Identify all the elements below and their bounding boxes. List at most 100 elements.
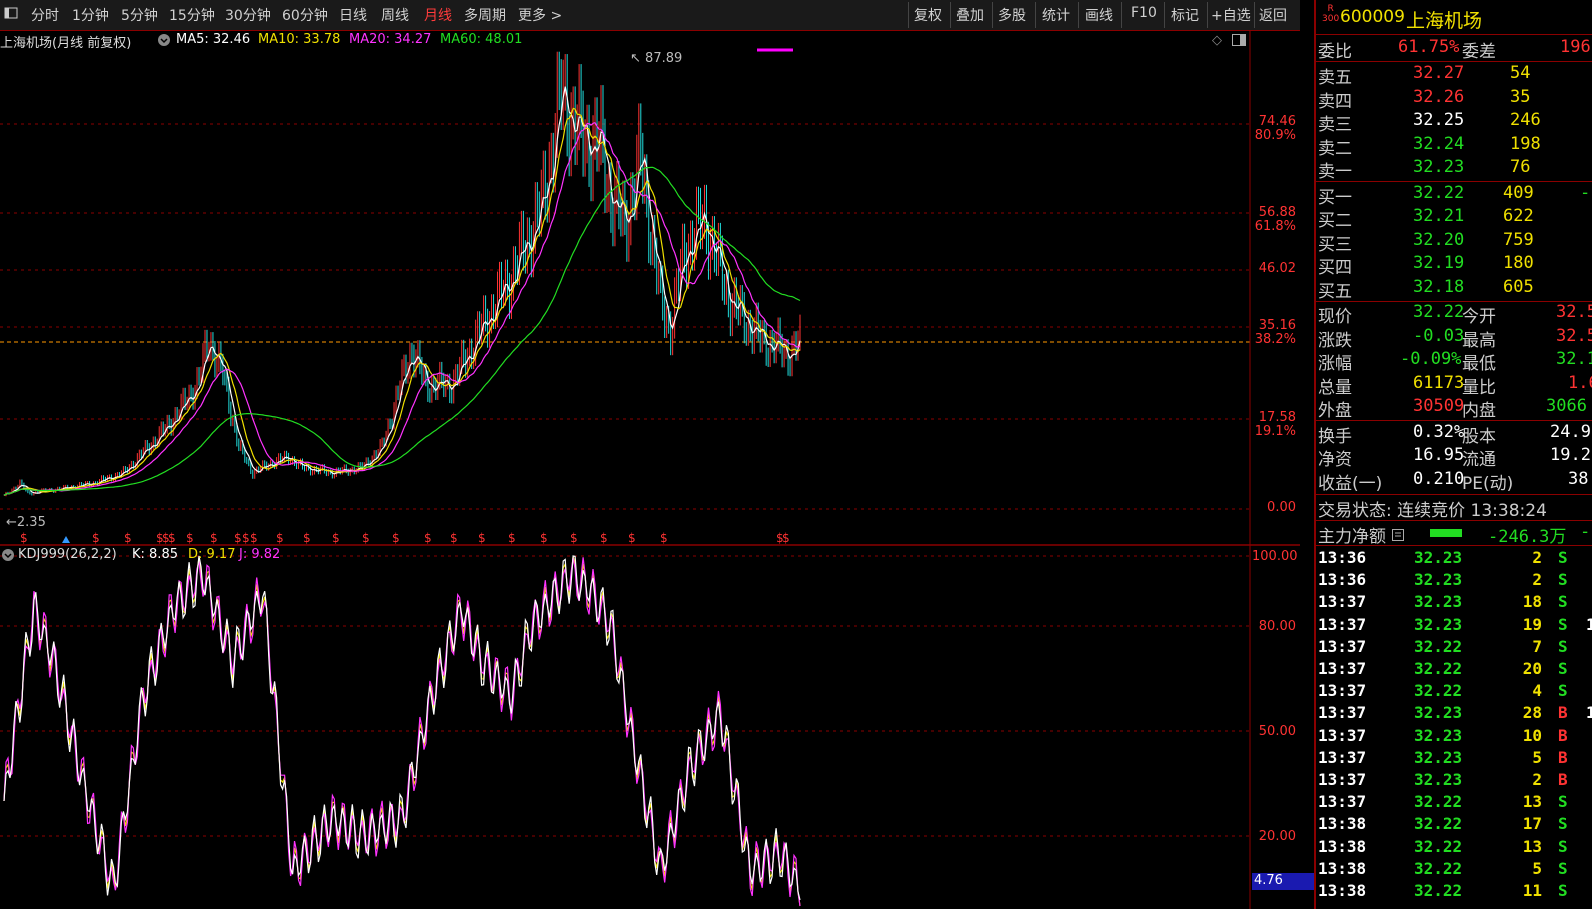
tick-row: 13:38 32.22 17 S xyxy=(1318,814,1592,836)
period-tab-monthly[interactable]: 月线 xyxy=(424,5,452,25)
price-axis-price: 17.58 xyxy=(1258,410,1296,425)
tick-list[interactable]: 13:36 32.23 2 S 13:36 32.23 2 S 13:37 32.23 18 S 13:… xyxy=(1316,548,1592,909)
chart-area[interactable]: $ $ $ $ $ $ $ $ $ $ $ $ $ $ $ $ $ $ $ $ $ $ $ $ $ $ $ 上海机场(月线 前复权)… xyxy=(0,31,1314,909)
dividend-marker[interactable]: $ xyxy=(303,531,311,545)
more-periods-button[interactable]: 更多 > xyxy=(518,5,562,25)
fund-value: 0.32% xyxy=(1413,422,1465,442)
dividend-marker[interactable]: $ xyxy=(362,531,370,545)
panel-toggle-icon[interactable] xyxy=(1232,34,1246,50)
main-flow-bar xyxy=(1430,529,1462,537)
stat-label: 内盘 xyxy=(1462,401,1496,421)
fund-label: PE(动) xyxy=(1462,474,1514,494)
layout-toggle-icon[interactable] xyxy=(4,6,18,24)
dividend-marker[interactable]: $ xyxy=(276,531,284,545)
statistics-button[interactable]: 统计 xyxy=(1042,5,1070,25)
tick-time: 13:37 xyxy=(1318,636,1367,656)
dividend-marker[interactable]: $ xyxy=(508,531,516,545)
dividend-marker[interactable]: $ xyxy=(450,531,458,545)
dividend-marker[interactable]: $ xyxy=(332,531,340,545)
dividend-marker[interactable]: $ xyxy=(392,531,400,545)
high-price-label: ↖ 87.89 xyxy=(630,51,682,66)
ma60-line xyxy=(3,166,801,496)
period-tab-15min[interactable]: 15分钟 xyxy=(169,5,215,25)
tick-volume: 19 xyxy=(1522,614,1542,634)
tick-side: S xyxy=(1558,814,1568,834)
dividend-marker[interactable]: $ xyxy=(210,531,218,545)
quote-panel: R 300 600009 上海机场 委比 61.75% 委差 196 卖五 32.2… xyxy=(1314,0,1592,909)
dividend-marker[interactable]: $ xyxy=(186,531,194,545)
chart-title: 上海机场(月线 前复权) xyxy=(0,36,132,51)
period-tab-multi[interactable]: 多周期 xyxy=(464,5,506,25)
overlay-button[interactable]: 叠加 xyxy=(956,5,984,25)
tick-side: B xyxy=(1558,747,1568,767)
period-tab-fenshi[interactable]: 分时 xyxy=(31,5,59,25)
mark-button[interactable]: 标记 xyxy=(1171,5,1199,25)
collapse-icon[interactable] xyxy=(158,34,170,50)
dividend-marker[interactable]: $ xyxy=(628,531,636,545)
tick-time: 13:36 xyxy=(1318,570,1367,590)
dividend-marker[interactable]: $ xyxy=(424,531,432,545)
dividend-marker[interactable]: $ xyxy=(478,531,486,545)
tick-price: 32.22 xyxy=(1414,792,1463,812)
stat-row: 总量 61173量比 1.6 xyxy=(1318,373,1592,398)
tick-price: 32.23 xyxy=(1414,725,1463,745)
bid-row: 买三 32.20 759 xyxy=(1318,230,1592,255)
tick-volume: 13 xyxy=(1522,792,1542,812)
tick-time: 13:38 xyxy=(1318,814,1367,834)
period-tab-daily[interactable]: 日线 xyxy=(339,5,367,25)
kdj-current-value: 4.76 xyxy=(1252,873,1314,890)
stat-label: 外盘 xyxy=(1318,401,1352,421)
tick-price: 32.23 xyxy=(1414,548,1463,567)
event-marker-icon[interactable] xyxy=(62,536,70,543)
ask-price: 32.23 xyxy=(1413,157,1465,177)
bid-row: 买五 32.18 605 xyxy=(1318,277,1592,302)
draw-line-button[interactable]: 画线 xyxy=(1085,5,1113,25)
tick-side: S xyxy=(1558,659,1568,678)
period-tab-weekly[interactable]: 周线 xyxy=(381,5,409,25)
tick-side: B xyxy=(1558,703,1568,723)
dividend-marker[interactable]: $ xyxy=(168,531,176,545)
trade-state-row: 交易状态: 连续竞价 13:38:24 xyxy=(1318,496,1592,521)
tick-price: 32.22 xyxy=(1414,814,1463,834)
dividend-marker[interactable]: $ xyxy=(782,531,790,545)
rights-adjust-button[interactable]: 复权 xyxy=(914,5,942,25)
dividend-marker[interactable]: $ xyxy=(234,531,242,545)
tick-side: S xyxy=(1558,614,1568,634)
dividend-marker[interactable]: $ xyxy=(242,531,250,545)
bid-label: 买四 xyxy=(1318,258,1352,278)
stock-name: 上海机场 xyxy=(1406,10,1483,32)
tick-volume: 10 xyxy=(1522,725,1542,745)
period-tab-60min[interactable]: 60分钟 xyxy=(282,5,328,25)
list-icon[interactable] xyxy=(1392,526,1404,546)
diamond-icon[interactable]: ◇ xyxy=(1212,33,1222,48)
dividend-marker[interactable]: $ xyxy=(92,531,100,545)
ask-price: 32.26 xyxy=(1413,87,1465,107)
dividend-marker[interactable]: $ xyxy=(124,531,132,545)
multi-stock-button[interactable]: 多股 xyxy=(998,5,1026,25)
dividend-marker[interactable]: $ xyxy=(250,531,258,545)
period-tab-1min[interactable]: 1分钟 xyxy=(72,5,109,25)
tick-price: 32.23 xyxy=(1414,614,1463,634)
main-flow-row: 主力净额 -246.3万 -1 xyxy=(1318,522,1592,547)
tick-row: 13:37 32.22 7 S xyxy=(1318,637,1592,659)
f10-button[interactable]: F10 xyxy=(1131,5,1157,21)
add-watchlist-button[interactable]: +自选 xyxy=(1211,5,1251,25)
tick-price: 32.23 xyxy=(1414,747,1463,767)
kline-chart[interactable]: $ $ $ $$$ $ $ $ $ $ $ $ $ $ $ $ $ $ $ $ $ $ $ $ $$ xyxy=(0,31,1300,909)
dividend-marker[interactable]: $ xyxy=(600,531,608,545)
dividend-marker[interactable]: $ xyxy=(570,531,578,545)
dividend-marker[interactable]: $ xyxy=(20,531,28,545)
tick-row: 13:37 32.23 5 B xyxy=(1318,748,1592,770)
ask-volume: 35 xyxy=(1510,87,1531,107)
period-tab-5min[interactable]: 5分钟 xyxy=(121,5,158,25)
tick-volume: 28 xyxy=(1522,703,1542,723)
tick-row: 13:37 32.23 18 S xyxy=(1318,592,1592,614)
back-button[interactable]: 返回 xyxy=(1259,5,1287,25)
tick-volume: 5 xyxy=(1532,858,1542,878)
price-axis-price: 46.02 xyxy=(1258,261,1296,276)
kdj-collapse-icon[interactable] xyxy=(2,549,14,565)
dividend-marker[interactable]: $ xyxy=(660,531,668,545)
period-tab-30min[interactable]: 30分钟 xyxy=(225,5,271,25)
weibi-label: 委比 xyxy=(1318,42,1352,62)
dividend-marker[interactable]: $ xyxy=(540,531,548,545)
